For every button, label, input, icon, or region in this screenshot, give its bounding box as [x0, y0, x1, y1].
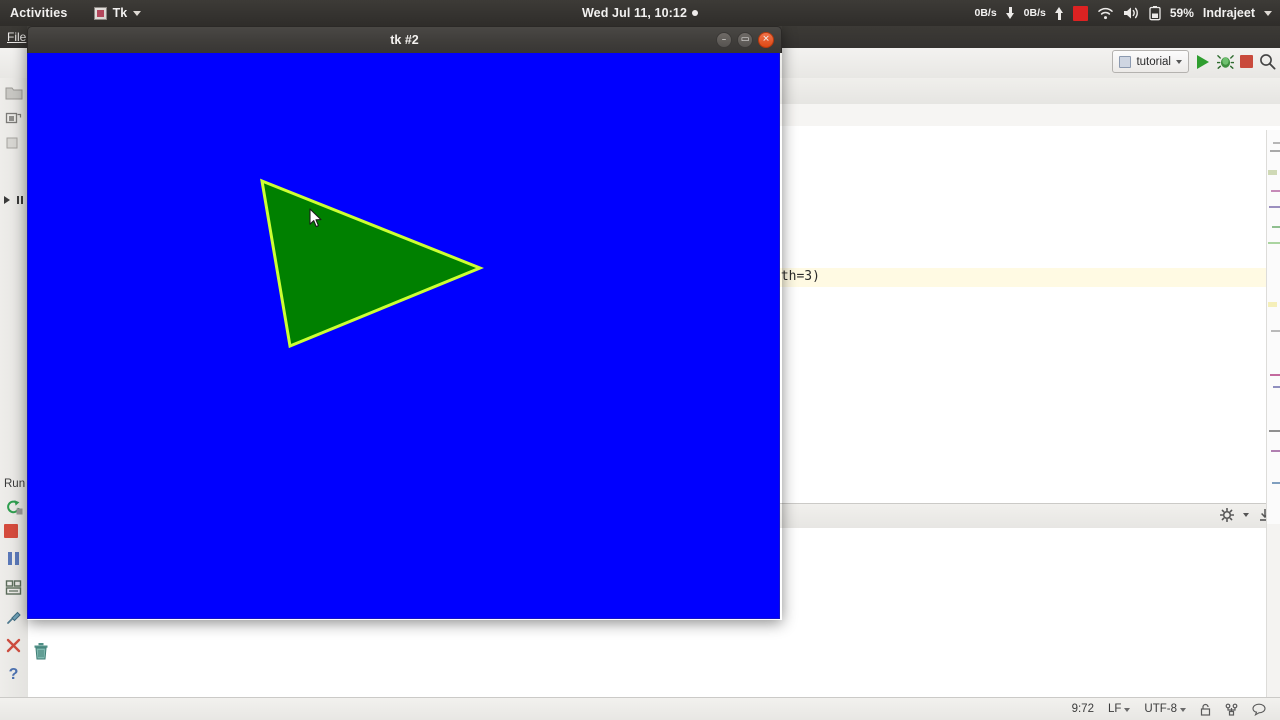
help-icon[interactable]: ?	[4, 664, 23, 683]
menu-item-file-label: File	[7, 30, 27, 44]
stop-icon[interactable]	[1240, 55, 1253, 68]
rerun-icon[interactable]	[4, 498, 23, 517]
editor-minimap[interactable]	[1266, 130, 1280, 524]
minimap-line	[1273, 142, 1280, 144]
minimap-line	[1270, 150, 1280, 152]
right-gutter-strip	[1266, 524, 1280, 720]
encoding-selector[interactable]: UTF-8	[1144, 703, 1186, 715]
line-separator-label: LF	[1107, 703, 1122, 715]
ide-toolbar-right-group: tutorial	[1112, 50, 1276, 73]
minimap-marker	[1268, 170, 1277, 175]
tk-window[interactable]: tk #2 – ▭ ✕	[27, 26, 782, 620]
encoding-label: UTF-8	[1144, 703, 1177, 715]
minimap-line	[1271, 190, 1280, 192]
wifi-icon[interactable]	[1097, 6, 1114, 20]
upload-rate-label: 0B/s	[1023, 7, 1046, 19]
read-only-lock-toggle[interactable]	[1200, 703, 1211, 716]
chevron-down-icon	[1180, 707, 1186, 712]
minimap-line	[1273, 386, 1280, 388]
ide-status-bar: 9:72 LF UTF-8	[0, 697, 1280, 720]
tk-title-bar[interactable]: tk #2 – ▭ ✕	[27, 26, 782, 53]
maximize-button[interactable]: ▭	[737, 32, 753, 48]
clock-label: Wed Jul 11, 10:12	[582, 6, 687, 20]
run-configuration-label: tutorial	[1136, 55, 1171, 68]
close-icon: ✕	[762, 34, 770, 45]
structure-icon[interactable]	[5, 110, 23, 128]
stop-process-icon[interactable]	[4, 524, 18, 538]
screen-root: File tutorial dth=3) Run ? 9:72 LF UTF-8…	[0, 0, 1280, 720]
minimap-line	[1269, 430, 1280, 432]
event-log-bubble-icon	[1252, 703, 1266, 716]
favorites-icon[interactable]	[5, 136, 19, 150]
battery-icon[interactable]	[1149, 5, 1161, 21]
python-config-icon	[1119, 55, 1132, 68]
pause-output-icon[interactable]	[4, 549, 23, 568]
git-branch-icon	[1225, 703, 1238, 716]
run-header-tool-group	[1220, 508, 1272, 522]
chevron-down-icon	[1176, 59, 1182, 64]
debug-bug-icon[interactable]	[1217, 54, 1234, 69]
console-icon[interactable]	[4, 578, 23, 597]
project-folder-icon[interactable]	[5, 84, 23, 102]
chevron-down-icon	[1124, 707, 1131, 712]
run-tool-button-column: ?	[0, 494, 48, 720]
download-arrow-icon	[1005, 6, 1015, 20]
upload-arrow-icon	[1054, 6, 1064, 20]
user-menu-chevron-down-icon[interactable]	[1264, 10, 1272, 16]
tk-window-title: tk #2	[390, 33, 419, 47]
close-icon[interactable]	[4, 636, 23, 655]
expand-play-icon[interactable]	[2, 194, 12, 206]
run-configuration-selector[interactable]: tutorial	[1112, 50, 1189, 73]
close-button[interactable]: ✕	[758, 32, 774, 48]
download-rate-label: 0B/s	[974, 7, 997, 19]
canvas-triangle-shape[interactable]	[260, 178, 484, 349]
maximize-icon: ▭	[740, 34, 750, 45]
run-icon[interactable]	[1197, 54, 1209, 69]
minimap-line	[1271, 330, 1280, 332]
event-log-button[interactable]	[1252, 703, 1266, 716]
minimap-line	[1271, 450, 1280, 452]
user-menu-label[interactable]: Indrajeet	[1203, 6, 1255, 20]
gear-chevron-down-icon[interactable]	[1243, 513, 1249, 517]
record-square-icon[interactable]	[1072, 5, 1088, 21]
minimize-button[interactable]: –	[716, 32, 732, 48]
minimap-line	[1268, 242, 1280, 244]
minimap-line	[1272, 482, 1280, 484]
svg-text:?: ?	[9, 666, 19, 683]
minimap-marker-current	[1268, 302, 1277, 307]
tk-canvas[interactable]	[27, 53, 780, 619]
trash-icon[interactable]	[33, 642, 49, 660]
git-branch-indicator[interactable]	[1225, 703, 1238, 716]
tk-canvas-svg	[260, 178, 484, 349]
tk-window-controls: – ▭ ✕	[716, 32, 774, 48]
search-icon[interactable]	[1259, 53, 1276, 70]
read-only-lock-icon	[1200, 703, 1211, 716]
minimap-line	[1269, 206, 1280, 208]
minimap-line	[1272, 226, 1280, 228]
caret-position[interactable]: 9:72	[1072, 703, 1094, 715]
line-separator-selector[interactable]: LF	[1107, 703, 1131, 715]
battery-percent-label: 59%	[1169, 6, 1194, 20]
system-indicators: 0B/s 0B/s 59% Indrajeet	[974, 5, 1272, 21]
volume-icon[interactable]	[1123, 6, 1140, 20]
pause-bars-icon[interactable]	[16, 194, 24, 206]
ubuntu-top-panel: Activities Tk Wed Jul 11, 10:12 0B/s 0B/…	[0, 0, 1280, 26]
notification-dot-icon	[692, 10, 698, 16]
settings-gear-icon[interactable]	[1220, 508, 1234, 522]
run-tool-window-label[interactable]: Run	[4, 478, 25, 490]
soft-wrap-pin-icon[interactable]	[4, 608, 23, 627]
minimap-line	[1270, 374, 1280, 376]
minimize-icon: –	[721, 34, 727, 45]
